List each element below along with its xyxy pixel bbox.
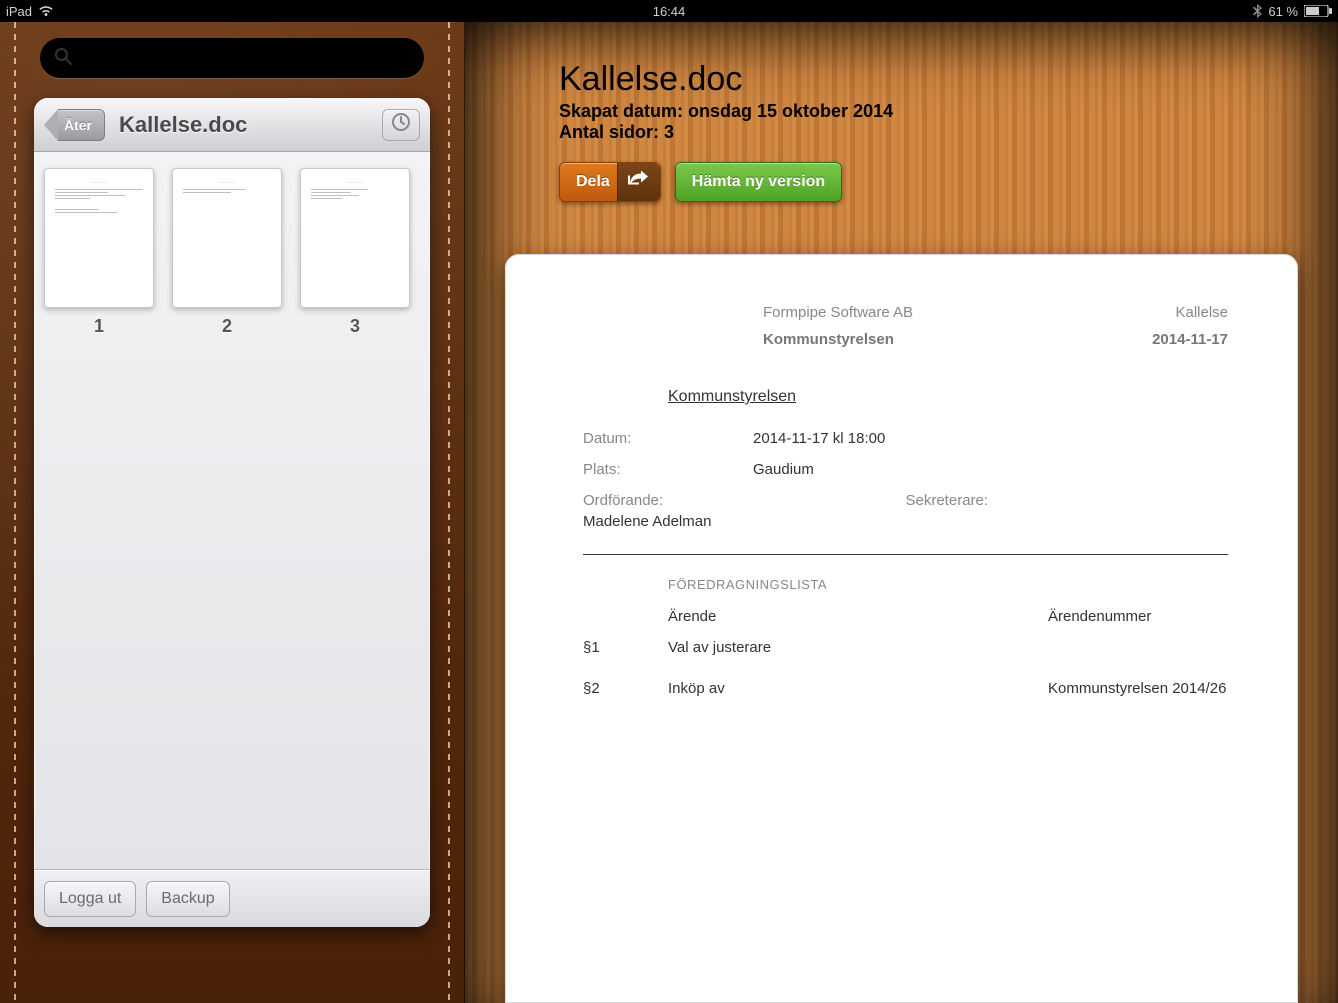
plats-value: Gaudium — [753, 461, 814, 478]
page-thumb-label: 3 — [350, 316, 360, 337]
doc-body: Kommunstyrelsen Datum: 2014-11-17 kl 18:… — [583, 388, 1228, 697]
doc-heading: Kommunstyrelsen — [668, 388, 1228, 406]
share-icon — [628, 171, 650, 194]
share-button[interactable]: Dela — [559, 162, 661, 202]
plats-label: Plats: — [583, 461, 753, 478]
datum-value: 2014-11-17 kl 18:00 — [753, 430, 885, 447]
sidebar: Åter Kallelse.doc — — — — [0, 22, 465, 1003]
datum-label: Datum: — [583, 430, 753, 447]
device-label: iPad — [6, 4, 32, 19]
page-thumb[interactable]: — — — 1 — [44, 168, 154, 853]
page-thumbnails: — — — 1 — — — 2 — [34, 152, 430, 869]
doc-header: Formpipe Software AB Kommunstyrelsen Kal… — [583, 304, 1228, 348]
history-button[interactable] — [382, 109, 420, 141]
doc-board: Kommunstyrelsen — [763, 331, 913, 348]
page-thumb-preview: — — — — [44, 168, 154, 308]
panel-footer: Logga ut Backup — [34, 869, 430, 927]
status-bar: iPad 16:44 61 % — [0, 0, 1338, 22]
battery-icon — [1304, 5, 1332, 17]
back-label: Åter — [64, 117, 92, 133]
share-label: Dela — [576, 173, 610, 191]
search-icon — [54, 47, 72, 70]
agenda-title: Val av justerare — [668, 639, 1048, 656]
agenda-sec: §2 — [583, 680, 668, 697]
backup-button[interactable]: Backup — [146, 881, 229, 917]
agenda-heading: FÖREDRAGNINGSLISTA — [668, 577, 1228, 592]
update-label: Hämta ny version — [692, 173, 825, 191]
document-pages: Antal sidor: 3 — [559, 122, 1298, 143]
clock-label: 16:44 — [653, 4, 686, 19]
logout-button[interactable]: Logga ut — [44, 881, 136, 917]
document-filename: Kallelse.doc — [559, 60, 1298, 99]
panel-header: Åter Kallelse.doc — [34, 98, 430, 152]
sekreterare-label: Sekreterare: — [906, 492, 1229, 509]
main-pane: Kallelse.doc Skapat datum: onsdag 15 okt… — [465, 22, 1338, 1003]
search-input[interactable] — [80, 49, 410, 67]
agenda-num: Kommunstyrelsen 2014/26 — [1048, 680, 1228, 697]
agenda-row: §2 Inköp av Kommunstyrelsen 2014/26 — [583, 680, 1228, 697]
agenda-title: Inköp av — [668, 680, 1048, 697]
action-row: Dela Hämta ny version — [559, 162, 842, 202]
page-thumb-label: 1 — [94, 316, 104, 337]
agenda-num — [1048, 639, 1228, 656]
page-thumb[interactable]: — — — 3 — [300, 168, 410, 853]
page-thumb[interactable]: — — — 2 — [172, 168, 282, 853]
search-bar[interactable] — [40, 38, 424, 78]
doc-org: Formpipe Software AB — [763, 304, 913, 321]
document-created: Skapat datum: onsdag 15 oktober 2014 — [559, 101, 1298, 122]
col-nummer: Ärendenummer — [1048, 608, 1228, 625]
page-thumb-preview: — — — — [172, 168, 282, 308]
agenda-sec: §1 — [583, 639, 668, 656]
col-arende: Ärende — [668, 608, 1048, 625]
battery-label: 61 % — [1268, 4, 1298, 19]
clock-icon — [391, 112, 411, 137]
wifi-icon — [38, 5, 54, 17]
doc-date-header: 2014-11-17 — [1152, 331, 1228, 348]
agenda-row: §1 Val av justerare — [583, 639, 1228, 656]
update-button[interactable]: Hämta ny version — [675, 162, 842, 202]
panel-title: Kallelse.doc — [119, 112, 374, 138]
bluetooth-icon — [1253, 4, 1262, 18]
back-button[interactable]: Åter — [58, 109, 105, 141]
document-meta: Kallelse.doc Skapat datum: onsdag 15 okt… — [559, 60, 1298, 143]
doc-type: Kallelse — [1152, 304, 1228, 321]
document-sheet[interactable]: Formpipe Software AB Kommunstyrelsen Kal… — [505, 254, 1298, 1003]
ordforande-value: Madelene Adelman — [583, 513, 906, 530]
ordforande-label: Ordförande: — [583, 492, 906, 509]
page-thumb-preview: — — — — [300, 168, 410, 308]
page-thumb-label: 2 — [222, 316, 232, 337]
sidebar-panel: Åter Kallelse.doc — — — — [34, 98, 430, 927]
